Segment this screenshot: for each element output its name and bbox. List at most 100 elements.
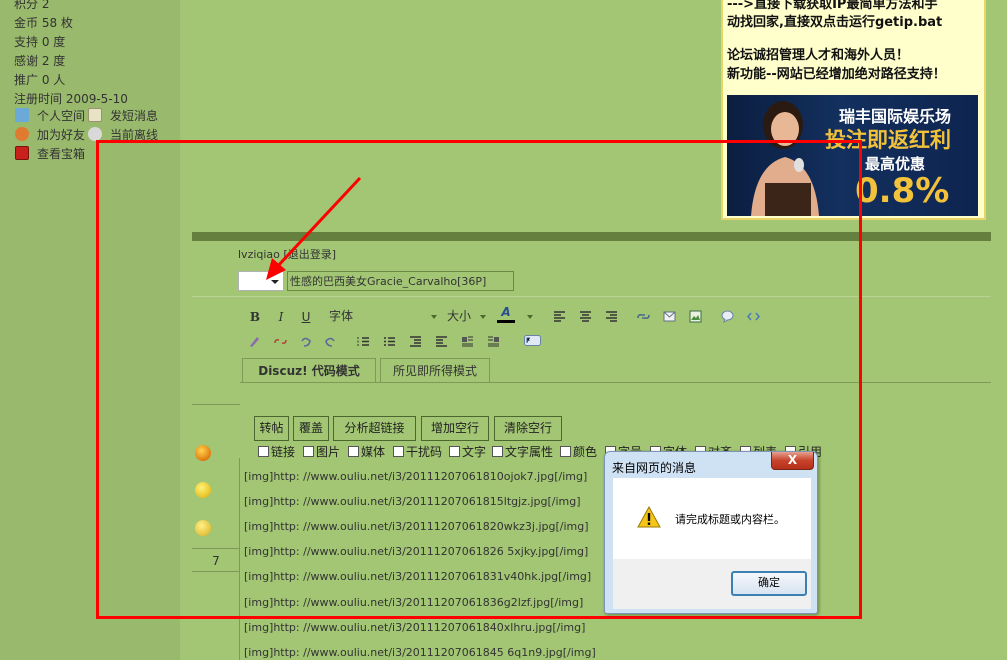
ad-text-line: 新功能--网站已经增加绝对路径支持！	[727, 67, 946, 82]
code-icon[interactable]	[747, 310, 760, 323]
clear-blank-lines-button[interactable]: 清除空行	[494, 416, 562, 441]
warning-icon	[637, 506, 661, 528]
checkbox-media[interactable]: 媒体	[348, 445, 385, 459]
message-icon	[88, 108, 102, 122]
checkbox-text[interactable]: 文字	[449, 445, 486, 459]
link-personal-space[interactable]: 个人空间	[15, 108, 85, 124]
content-line[interactable]: [img]http: //www.ouliu.net/i3/2011120706…	[244, 621, 585, 634]
float-right-icon[interactable]	[487, 335, 500, 348]
ok-button[interactable]: 确定	[731, 571, 807, 596]
banner-slogan: 投注即返红利	[825, 128, 951, 152]
content-line[interactable]: [img]http: //www.ouliu.net/i3/2011120706…	[244, 646, 596, 659]
unlink-icon[interactable]	[274, 335, 287, 348]
checkbox-link[interactable]: 链接	[258, 445, 295, 459]
dialog-title: 来自网页的消息	[612, 461, 697, 475]
unordered-list-icon[interactable]	[383, 335, 396, 348]
content-line[interactable]: [img]http: //www.ouliu.net/i3/2011120706…	[244, 545, 588, 558]
align-center-icon[interactable]	[579, 310, 592, 323]
align-left-icon[interactable]	[553, 310, 566, 323]
align-right-icon[interactable]	[605, 310, 618, 323]
float-left-icon[interactable]	[461, 335, 474, 348]
user-stats: 积分 2 金币 58 枚 支持 0 度 感谢 2 度 推广 0 人 注册时间 2…	[14, 0, 180, 109]
checkbox-interference-code[interactable]: 干扰码	[393, 445, 442, 459]
checkbox-box[interactable]	[393, 446, 404, 457]
chevron-down-icon	[431, 315, 437, 319]
checkbox-box[interactable]	[492, 446, 503, 457]
stat-thanks: 感谢 2 度	[14, 54, 66, 68]
checkbox-image[interactable]: 图片	[303, 445, 340, 459]
remove-format-icon[interactable]	[248, 335, 261, 348]
divider	[192, 296, 991, 297]
dialog-message: 请完成标题或内容栏。	[675, 513, 785, 526]
undo-icon[interactable]	[299, 335, 312, 348]
content-line[interactable]: [img]http: //www.ouliu.net/i3/2011120706…	[244, 495, 581, 508]
dialog-footer: 确定	[613, 559, 811, 609]
indent-icon[interactable]	[435, 335, 448, 348]
casino-ad-banner[interactable]: 瑞丰国际娱乐场 投注即返红利 最高优惠 0.8%	[727, 95, 978, 216]
chevron-down-icon	[480, 315, 486, 319]
checkbox-box[interactable]	[258, 446, 269, 457]
content-line[interactable]: [img]http: //www.ouliu.net/i3/2011120706…	[244, 596, 583, 609]
title-input[interactable]	[287, 271, 514, 291]
smiley-angry-icon[interactable]	[195, 445, 211, 461]
repost-button[interactable]: 转帖	[254, 416, 289, 441]
smilies-page-number[interactable]: 7	[192, 548, 240, 572]
thread-type-select[interactable]	[238, 271, 284, 291]
font-color-button[interactable]: A	[497, 305, 515, 323]
quote-icon[interactable]	[721, 310, 734, 323]
outdent-icon[interactable]	[409, 335, 422, 348]
smiley-grin-icon[interactable]	[195, 482, 211, 498]
home-icon	[15, 108, 29, 122]
dialog-body: 请完成标题或内容栏。	[613, 478, 811, 559]
checkbox-box[interactable]	[449, 446, 460, 457]
overwrite-button[interactable]: 覆盖	[293, 416, 329, 441]
font-dropdown[interactable]: 字体	[329, 307, 359, 325]
content-line[interactable]: [img]http: //www.ouliu.net/i3/2011120706…	[244, 520, 589, 533]
ad-text-line: 动找回家,直接双点击运行getip.bat	[727, 15, 943, 30]
link-send-message[interactable]: 发短消息	[88, 108, 158, 124]
checkbox-color[interactable]: 颜色	[560, 445, 597, 459]
checkbox-box[interactable]	[303, 446, 314, 457]
redo-icon[interactable]	[324, 335, 337, 348]
image-icon[interactable]	[689, 310, 702, 323]
close-button[interactable]: X	[771, 452, 814, 470]
alert-dialog: 来自网页的消息 X 请完成标题或内容栏。 确定	[604, 451, 818, 614]
link-add-friend[interactable]: 加为好友	[15, 127, 85, 143]
checkbox-text-attributes[interactable]: 文字属性	[492, 445, 553, 459]
user-offline-icon	[88, 127, 102, 141]
chevron-down-icon	[527, 315, 533, 319]
bold-button[interactable]: B	[248, 308, 262, 326]
checkbox-box[interactable]	[560, 446, 571, 457]
italic-button[interactable]: I	[274, 308, 288, 326]
email-icon[interactable]	[663, 310, 676, 323]
ordered-list-icon[interactable]	[357, 335, 370, 348]
login-status[interactable]: lvziqiao [退出登录]	[238, 246, 336, 262]
analyze-links-button[interactable]: 分析超链接	[333, 416, 416, 441]
stat-register-date: 注册时间 2009-5-10	[14, 92, 128, 106]
add-blank-lines-button[interactable]: 增加空行	[421, 416, 489, 441]
treasure-box-icon	[15, 146, 29, 160]
smiley-cake-icon[interactable]	[195, 520, 211, 536]
content-area-border	[239, 458, 240, 660]
model-photo	[751, 101, 819, 216]
divider	[240, 382, 991, 383]
link-icon[interactable]	[637, 310, 650, 323]
banner-rate: 0.8%	[855, 171, 950, 211]
tab-discuz-code-mode[interactable]: Discuz! 代码模式	[242, 358, 376, 383]
add-friend-icon	[15, 127, 29, 141]
underline-button[interactable]: U	[299, 308, 313, 326]
content-line[interactable]: [img]http: //www.ouliu.net/i3/2011120706…	[244, 470, 587, 483]
chevron-down-icon	[271, 280, 279, 284]
size-dropdown[interactable]: 大小	[447, 307, 477, 325]
stat-support: 支持 0 度	[14, 35, 66, 49]
content-line[interactable]: [img]http: //www.ouliu.net/i3/2011120706…	[244, 570, 591, 583]
online-status: 当前离线	[88, 127, 158, 143]
checkbox-box[interactable]	[348, 446, 359, 457]
user-info-panel: 积分 2 金币 58 枚 支持 0 度 感谢 2 度 推广 0 人 注册时间 2…	[0, 0, 180, 660]
free-tag-icon[interactable]	[524, 334, 541, 347]
stat-coins: 金币 58 枚	[14, 16, 73, 30]
link-view-treasure[interactable]: 查看宝箱	[15, 146, 85, 162]
editor-header-bar	[192, 232, 991, 241]
tab-wysiwyg-mode[interactable]: 所见即所得模式	[380, 358, 490, 383]
ad-box: --->直接下载获取IP最简单方法和手 动找回家,直接双点击运行getip.ba…	[721, 0, 986, 220]
